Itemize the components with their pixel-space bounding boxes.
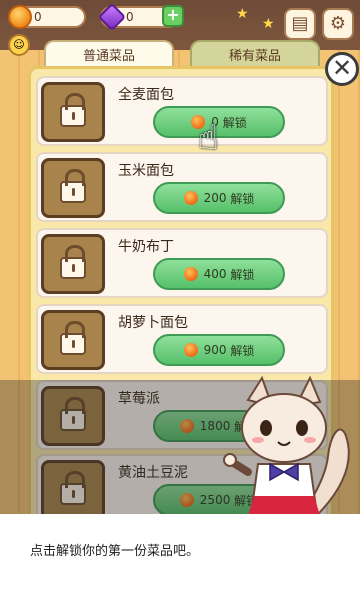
coin-count: 0 [34, 10, 42, 24]
lock-icon [60, 245, 86, 279]
ticket-icon[interactable]: ▤ [284, 8, 316, 40]
dish-thumbnail-locked [41, 82, 105, 142]
dish-name: 牛奶布丁 [118, 239, 174, 255]
unlock-label: 解锁 [230, 191, 255, 206]
gear-icon[interactable]: ⚙ [322, 8, 354, 40]
lock-icon [60, 321, 86, 355]
list-item: 玉米面包 200 解锁 [36, 152, 328, 222]
unlock-price: 900 [203, 343, 227, 357]
dish-thumbnail-locked [41, 158, 105, 218]
dish-name: 玉米面包 [118, 163, 174, 179]
add-gems-button[interactable]: + [162, 5, 184, 27]
unlock-label: 解锁 [230, 343, 255, 358]
list-item: 牛奶布丁 400 解锁 [36, 228, 328, 298]
coin-icon [183, 343, 198, 357]
list-item: 全麦面包 0 解锁 [36, 76, 328, 146]
coin-icon [183, 267, 198, 281]
close-button[interactable]: ✕ [325, 52, 359, 86]
gem-count: 0 [126, 10, 134, 24]
dish-thumbnail-locked [41, 310, 105, 370]
star-icon: ★ [236, 6, 249, 22]
unlock-price: 200 [203, 191, 227, 205]
unlock-button[interactable]: 0 解锁 [153, 106, 285, 138]
unlock-price: 400 [203, 267, 227, 281]
pointing-hand-icon: ☝ [198, 118, 219, 158]
coin-icon [183, 191, 198, 205]
dish-thumbnail-locked [41, 234, 105, 294]
lock-icon [60, 93, 86, 127]
list-item: 胡萝卜面包 900 解锁 [36, 304, 328, 374]
gem-counter: 0 + [97, 2, 184, 32]
fox-mascot [223, 376, 350, 522]
lock-icon [60, 169, 86, 203]
coin-counter: 0 [8, 5, 86, 29]
unlock-label: 解锁 [222, 115, 247, 130]
unlock-button[interactable]: 900 解锁 [153, 334, 285, 366]
star-icon: ★ [262, 16, 275, 32]
unlock-button[interactable]: 200 解锁 [153, 182, 285, 214]
dish-name: 全麦面包 [118, 87, 174, 103]
dish-name: 胡萝卜面包 [118, 315, 188, 331]
tutorial-text: 点击解锁你的第一份菜品吧。 [30, 544, 200, 559]
tutorial-dialog[interactable]: 点击解锁你的第一份菜品吧。 [0, 514, 360, 600]
unlock-label: 解锁 [230, 267, 255, 282]
coin-icon [8, 5, 32, 29]
smiley-icon[interactable]: ☺ [8, 34, 30, 56]
unlock-button[interactable]: 400 解锁 [153, 258, 285, 290]
